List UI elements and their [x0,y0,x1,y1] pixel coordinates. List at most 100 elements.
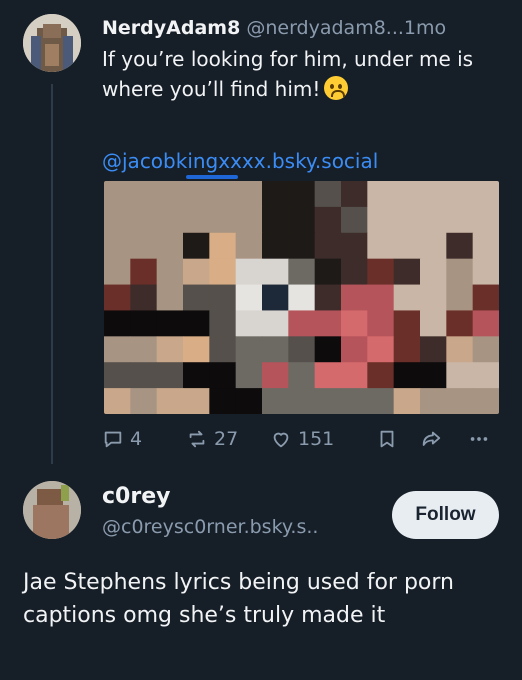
mosaic-tile [314,181,342,208]
mosaic-tile [209,284,237,311]
mosaic-tile [367,232,395,260]
mosaic-tile [235,284,263,311]
mosaic-tile [420,258,447,286]
mosaic-tile [341,232,368,260]
bookmark-button[interactable] [376,424,398,454]
mosaic-tile [393,388,421,414]
mosaic-tile [209,258,237,286]
mosaic-tile [235,310,263,337]
avatar-image [23,14,81,72]
mosaic-tile [288,206,316,234]
mosaic-tile [341,310,368,337]
like-count: 151 [298,428,335,450]
mosaic-tile [393,362,421,389]
mosaic-tile [104,206,131,234]
mosaic-tile [341,284,368,311]
mosaic-tile [183,310,210,337]
mosaic-tile [288,388,316,414]
post-time: 1mo [403,17,447,39]
mosaic-tile [446,362,474,389]
post-actions: 4 27 151 [102,424,502,454]
post-image[interactable] [104,181,499,414]
mosaic-tile [314,362,342,389]
mosaic-tile [367,258,395,286]
mosaic-tile [130,258,158,286]
follow-button[interactable]: Follow [392,491,499,539]
mosaic-tile [288,232,316,260]
avatar-c0rey[interactable] [23,481,81,539]
mosaic-tile [156,336,184,363]
mosaic-tile [446,388,474,414]
mosaic-tile [183,388,210,414]
mention-link[interactable]: @jacobkingxxxx.bsky.social [102,146,378,176]
mosaic-tile [367,362,395,389]
repost-button[interactable]: 27 [186,424,238,454]
author-name[interactable]: NerdyAdam8 [102,17,240,39]
mosaic-tile [235,362,263,389]
mosaic-tile [472,388,499,414]
mosaic-tile [420,232,447,260]
mosaic-tile [288,310,316,337]
avatar-image [23,481,81,539]
mosaic-tile [367,284,395,311]
mosaic-tile [472,258,499,286]
mosaic-tile [209,206,237,234]
mosaic-tile [235,206,263,234]
post-meta: NerdyAdam8 @nerdyadam8...1mo [102,14,507,42]
mosaic-tile [393,336,421,363]
mosaic-tile [420,284,447,311]
mosaic-tile [367,181,395,208]
post-body: If you’re looking for him, under me is w… [102,44,507,104]
thread-connector-line [51,84,53,464]
mosaic-tile [104,181,131,208]
mosaic-tile [104,232,131,260]
mosaic-tile [104,388,131,414]
mosaic-tile [472,232,499,260]
post-text: Jae Stephens lyrics being used for porn … [23,570,454,628]
mosaic-tile [420,362,447,389]
mosaic-tile [262,258,289,286]
mosaic-tile [104,310,131,337]
author-handle[interactable]: @c0reysc0rner.bsky.s.. [102,512,318,542]
avatar-nerdyadam8[interactable] [23,14,81,72]
share-button[interactable] [420,424,442,454]
mosaic-tile [104,284,131,311]
mosaic-tile [446,258,474,286]
mosaic-tile [446,336,474,363]
mosaic-tile [446,206,474,234]
mosaic-tile [420,206,447,234]
mosaic-tile [130,206,158,234]
like-button[interactable]: 151 [270,424,334,454]
mosaic-tile [472,181,499,208]
author-handle[interactable]: @nerdyadam8... [246,17,404,39]
more-options-button[interactable] [468,424,490,454]
mosaic-tile [393,206,421,234]
mosaic-tile [314,232,342,260]
mosaic-tile [262,388,289,414]
repost-icon [189,430,205,448]
mosaic-tile [420,388,447,414]
mosaic-tile [130,388,158,414]
mosaic-tile [209,181,237,208]
mosaic-tile [104,362,131,389]
mosaic-tile [393,284,421,311]
mosaic-tile [235,336,263,363]
mosaic-tile [130,336,158,363]
mosaic-tile [393,310,421,337]
mosaic-tile [341,181,368,208]
mosaic-tile [262,310,289,337]
mosaic-tile [183,206,210,234]
mosaic-tile [262,206,289,234]
mosaic-tile [262,181,289,208]
mosaic-tile [156,388,184,414]
post-text: If you’re looking for him, under me is w… [102,47,474,101]
mosaic-tile [367,336,395,363]
reply-button[interactable]: 4 [102,424,142,454]
mosaic-tile [314,336,342,363]
mosaic-tile [183,181,210,208]
like-icon [273,432,289,448]
mosaic-tile [183,258,210,286]
author-name[interactable]: c0rey [102,482,318,512]
mosaic-tile [156,181,184,208]
post-nerdyadam8[interactable]: NerdyAdam8 @nerdyadam8...1mo If you’re l… [102,14,507,104]
